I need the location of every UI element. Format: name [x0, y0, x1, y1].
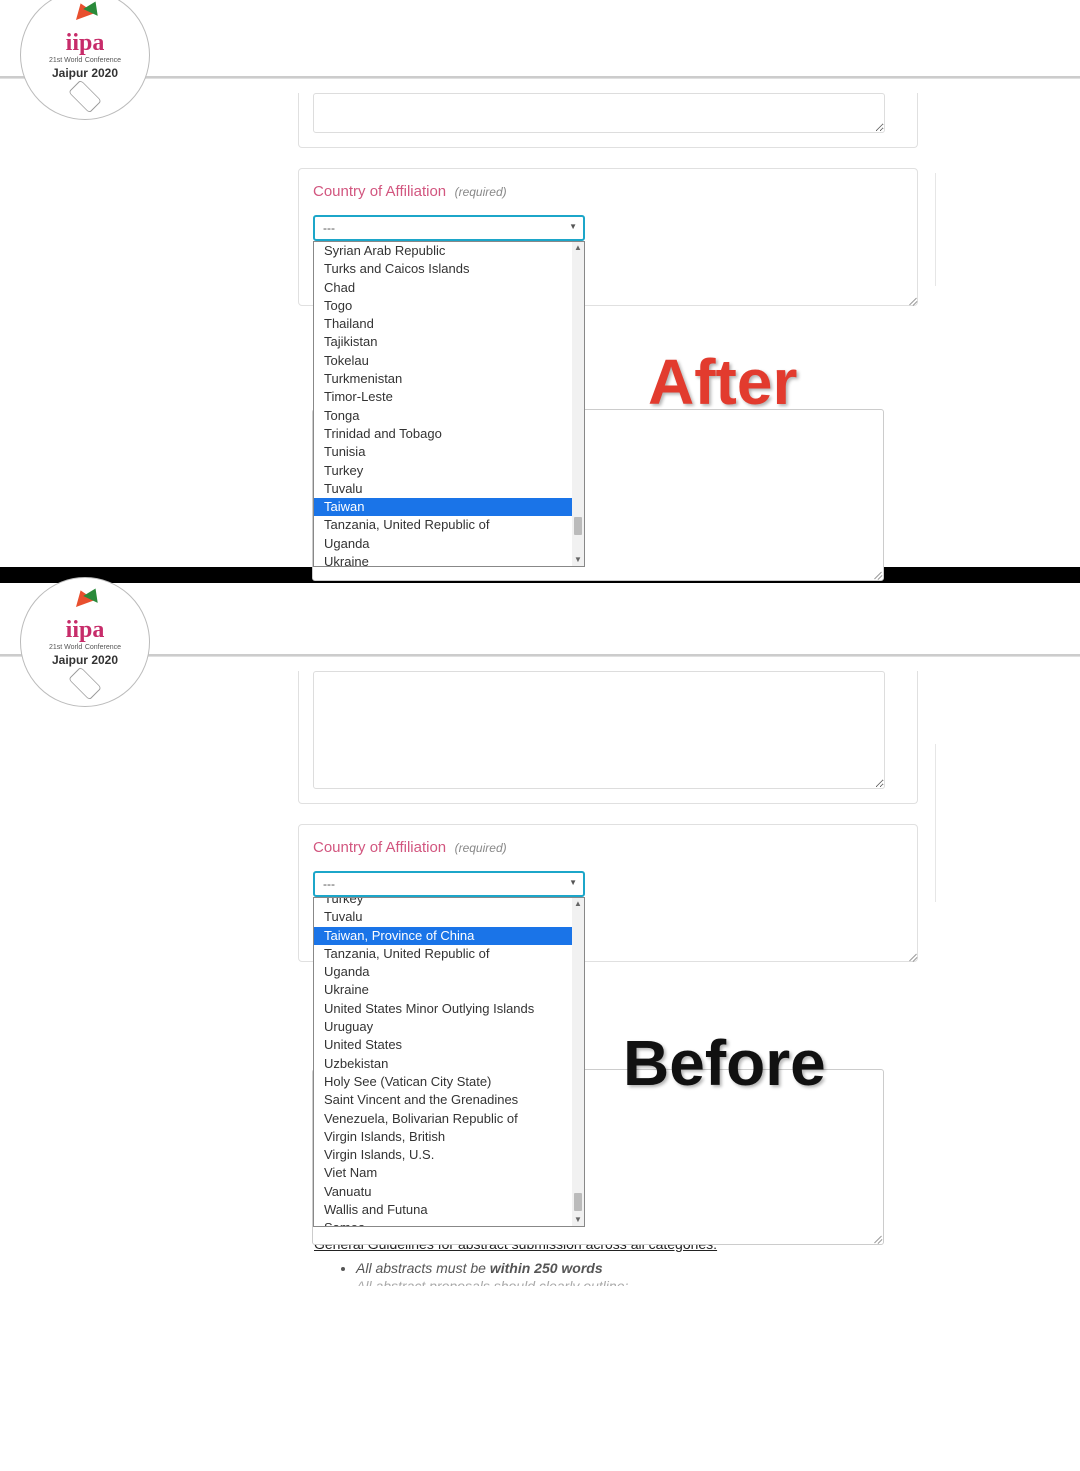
right-border [935, 173, 936, 286]
scroll-up-icon[interactable]: ▲ [572, 898, 584, 910]
dropdown-option[interactable]: Virgin Islands, British [314, 1128, 584, 1146]
dropdown-option[interactable]: United States Minor Outlying Islands [314, 1000, 584, 1018]
country-select-wrap-before: --- TurkeyTuvaluTaiwan, Province of Chin… [313, 871, 585, 897]
dropdown-option[interactable]: Turks and Caicos Islands [314, 260, 584, 278]
dropdown-scrollbar[interactable]: ▲ ▼ [572, 242, 584, 566]
dropdown-option[interactable]: Trinidad and Tobago [314, 425, 584, 443]
dropdown-option[interactable]: Uruguay [314, 1018, 584, 1036]
dropdown-option[interactable]: Tajikistan [314, 333, 584, 351]
country-select[interactable]: --- [313, 215, 585, 241]
country-select[interactable]: --- [313, 871, 585, 897]
logo-badge: iipa 21st World Conference Jaipur 2020 [20, 0, 150, 120]
dropdown-option[interactable]: Tunisia [314, 443, 584, 461]
guideline-item: All abstracts must be within 250 words [356, 1260, 717, 1276]
dropdown-option[interactable]: United States [314, 1036, 584, 1054]
logo-brand: iipa [66, 620, 105, 642]
overlay-after-label: After [648, 345, 797, 419]
dropdown-option[interactable]: Taiwan [314, 498, 584, 516]
textarea-card-top [298, 93, 918, 148]
country-label: Country of Affiliation [313, 183, 446, 200]
logo-city: Jaipur 2020 [52, 66, 118, 80]
country-card-after: Country of Affiliation (required) --- Sy… [298, 168, 918, 306]
dropdown-option[interactable]: Tuvalu [314, 480, 584, 498]
dropdown-option[interactable]: Taiwan, Province of China [314, 927, 584, 945]
dropdown-option[interactable]: Syrian Arab Republic [314, 242, 584, 260]
country-card-before: Country of Affiliation (required) --- Tu… [298, 824, 918, 962]
textarea-top-before[interactable] [313, 671, 885, 789]
dropdown-option[interactable]: Uzbekistan [314, 1055, 584, 1073]
country-required: (required) [455, 841, 507, 855]
header-shadow [0, 78, 1080, 79]
country-label-block: Country of Affiliation (required) [299, 169, 917, 201]
dropdown-option[interactable]: Vanuatu [314, 1183, 584, 1201]
dropdown-option[interactable]: Turkmenistan [314, 370, 584, 388]
logo-sub1: 21st World [49, 57, 82, 64]
logo-badge: iipa 21st World Conference Jaipur 2020 [20, 577, 150, 707]
country-dropdown-after[interactable]: Syrian Arab RepublicTurks and Caicos Isl… [313, 241, 585, 567]
scroll-thumb[interactable] [574, 1193, 582, 1211]
logo-sub1: 21st World [49, 644, 82, 651]
dropdown-option[interactable]: Holy See (Vatican City State) [314, 1073, 584, 1091]
dropdown-option[interactable]: Virgin Islands, U.S. [314, 1146, 584, 1164]
dropdown-scrollbar[interactable]: ▲ ▼ [572, 898, 584, 1226]
header-bar [0, 0, 1080, 78]
guideline-item: All abstract proposals should clearly ou… [356, 1278, 717, 1286]
overlay-before-label: Before [623, 1026, 826, 1100]
resize-handle-icon[interactable] [872, 1233, 882, 1243]
country-required: (required) [455, 185, 507, 199]
kite-icon [65, 588, 105, 618]
dropdown-option[interactable]: Turkey [314, 897, 584, 908]
diamond-icon [68, 667, 102, 701]
guideline-2: All abstract proposals should clearly ou… [356, 1278, 628, 1286]
country-label: Country of Affiliation [313, 839, 446, 856]
dropdown-option[interactable]: Tanzania, United Republic of [314, 945, 584, 963]
guideline-1-bold: within 250 words [490, 1260, 603, 1276]
dropdown-option[interactable]: Viet Nam [314, 1164, 584, 1182]
dropdown-options-before: TurkeyTuvaluTaiwan, Province of ChinaTan… [314, 897, 584, 1227]
panel-after: iipa 21st World Conference Jaipur 2020 A… [0, 0, 1080, 567]
dropdown-option[interactable]: Tonga [314, 407, 584, 425]
dropdown-option[interactable]: Thailand [314, 315, 584, 333]
country-dropdown-before[interactable]: TurkeyTuvaluTaiwan, Province of ChinaTan… [313, 897, 585, 1227]
resize-handle-icon[interactable] [872, 569, 882, 579]
dropdown-option[interactable]: Chad [314, 279, 584, 297]
logo-sub2: Conference [85, 57, 121, 64]
dropdown-option[interactable]: Uganda [314, 535, 584, 553]
dropdown-option[interactable]: Tanzania, United Republic of [314, 516, 584, 534]
dropdown-option[interactable]: Saint Vincent and the Grenadines [314, 1091, 584, 1109]
diamond-icon [68, 80, 102, 114]
scroll-up-icon[interactable]: ▲ [572, 242, 584, 254]
scroll-down-icon[interactable]: ▼ [572, 554, 584, 566]
dropdown-option[interactable]: Samoa [314, 1219, 584, 1227]
right-border [935, 744, 936, 902]
header-bar [0, 583, 1080, 656]
dropdown-option[interactable]: Timor-Leste [314, 388, 584, 406]
content-after: Country of Affiliation (required) --- Sy… [298, 93, 918, 306]
scroll-down-icon[interactable]: ▼ [572, 1214, 584, 1226]
dropdown-options-after: Syrian Arab RepublicTurks and Caicos Isl… [314, 242, 584, 567]
dropdown-option[interactable]: Venezuela, Bolivarian Republic of [314, 1110, 584, 1128]
country-label-block: Country of Affiliation (required) [299, 825, 917, 857]
dropdown-option[interactable]: Uganda [314, 963, 584, 981]
panel-before: iipa 21st World Conference Jaipur 2020 B… [0, 583, 1080, 1288]
logo-city: Jaipur 2020 [52, 653, 118, 667]
scroll-thumb[interactable] [574, 517, 582, 535]
guideline-1-prefix: All abstracts must be [356, 1260, 490, 1276]
textarea-top[interactable] [313, 93, 885, 133]
content-before: Country of Affiliation (required) --- Tu… [298, 671, 918, 962]
textarea-card-top-before [298, 671, 918, 804]
dropdown-option[interactable]: Ukraine [314, 981, 584, 999]
kite-icon [65, 1, 105, 31]
dropdown-option[interactable]: Ukraine [314, 553, 584, 567]
dropdown-option[interactable]: Tokelau [314, 352, 584, 370]
dropdown-option[interactable]: Wallis and Futuna [314, 1201, 584, 1219]
logo-brand: iipa [66, 33, 105, 55]
dropdown-option[interactable]: Tuvalu [314, 908, 584, 926]
country-select-wrap: --- Syrian Arab RepublicTurks and Caicos… [313, 215, 585, 241]
dropdown-option[interactable]: Turkey [314, 462, 584, 480]
logo-sub2: Conference [85, 644, 121, 651]
dropdown-option[interactable]: Togo [314, 297, 584, 315]
header-shadow [0, 656, 1080, 657]
